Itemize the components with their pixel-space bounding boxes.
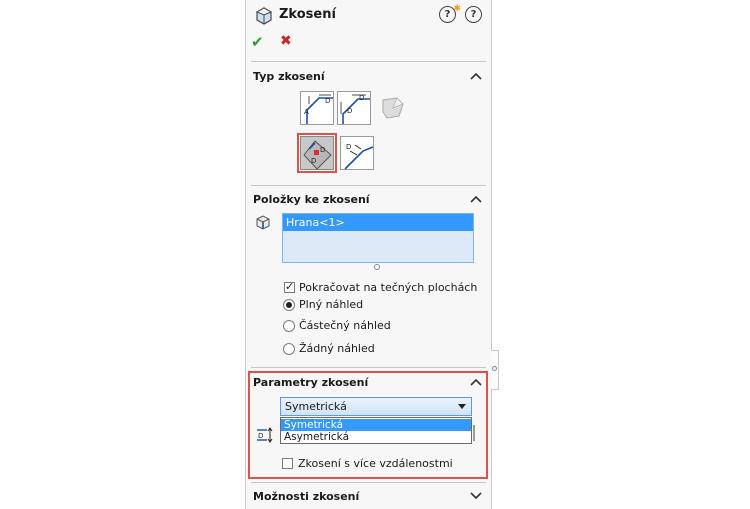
parameters-highlight-frame [248,371,488,479]
full-preview-label: Plný náhled [299,298,364,311]
close-icon: ✖ [280,33,292,49]
list-item[interactable]: Hrana<1> [283,214,473,231]
tangent-propagation-label: Pokračovat na tečných plochách [299,281,478,294]
chamfer-type-face-face-button[interactable]: D [340,136,374,170]
divider [251,61,486,62]
divider [251,367,486,368]
section-title-chamfer-type: Typ zkosení [253,70,325,83]
chamfer-type-angle-distance-button[interactable]: D A [300,91,334,125]
help-icon[interactable]: ? [465,6,482,23]
chevron-down-icon[interactable] [470,492,482,500]
edge-icon [256,215,270,230]
partial-preview-label: Částečný náhled [299,319,391,332]
whats-new-help-icon[interactable]: ? ✱ [439,4,461,23]
partial-preview-radio[interactable] [283,320,295,332]
chamfer-type-vertex-icon[interactable] [379,94,407,122]
section-title-options: Možnosti zkosení [253,490,360,503]
ok-button[interactable]: ✔ [251,33,264,51]
svg-text:D: D [325,97,330,105]
page-title: Zkosení [279,7,336,22]
section-title-items: Položky ke zkosení [253,193,370,206]
svg-text:D: D [311,157,316,165]
splitter-grip-icon [492,366,497,371]
svg-text:D: D [346,143,351,151]
list-resize-handle[interactable] [374,264,380,270]
svg-text:D: D [320,146,325,154]
chevron-up-icon[interactable] [470,195,482,203]
chevron-up-icon[interactable] [470,72,482,80]
svg-text:D: D [347,107,352,115]
edges-selection-list[interactable]: Hrana<1> [282,213,474,263]
no-preview-radio[interactable] [283,343,295,355]
checkmark-icon: ✔ [251,33,264,51]
panel-splitter[interactable] [491,350,499,390]
full-preview-radio[interactable] [283,299,295,311]
chamfer-type-distance-distance-button[interactable]: D D [337,91,371,125]
chamfer-feature-icon [255,7,273,25]
no-preview-label: Žádný náhled [299,342,375,355]
divider [251,185,486,186]
chamfer-type-equal-distance-button[interactable]: D D [300,136,334,170]
cancel-button[interactable]: ✖ [280,33,292,49]
svg-text:A: A [304,108,309,116]
tangent-propagation-checkbox[interactable] [284,280,295,293]
divider [251,482,486,483]
